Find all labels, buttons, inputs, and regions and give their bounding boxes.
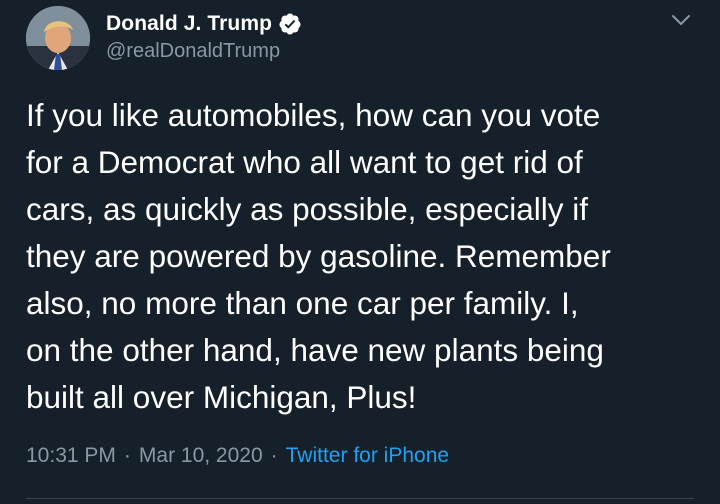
verified-badge-icon	[279, 13, 301, 35]
divider	[26, 498, 694, 499]
author-name-row[interactable]: Donald J. Trump	[106, 10, 302, 38]
avatar[interactable]	[26, 6, 90, 70]
meta-separator: ·	[123, 444, 131, 467]
tweet-text: If you like automobiles, how can you vot…	[26, 97, 611, 415]
tweet-time[interactable]: 10:31 PM	[26, 444, 116, 467]
meta-separator: ·	[270, 444, 278, 467]
tweet-detail: Donald J. Trump @realDonaldTrump If you …	[0, 0, 720, 504]
author-handle[interactable]: @realDonaldTrump	[106, 40, 280, 63]
chevron-down-icon[interactable]	[668, 10, 694, 30]
avatar-image	[26, 6, 90, 70]
tweet-source-link[interactable]: Twitter for iPhone	[286, 444, 449, 467]
display-name[interactable]: Donald J. Trump	[106, 12, 272, 36]
tweet-date[interactable]: Mar 10, 2020	[139, 444, 263, 467]
tweet-meta: 10:31 PM · Mar 10, 2020 · Twitter for iPhone	[26, 444, 449, 468]
